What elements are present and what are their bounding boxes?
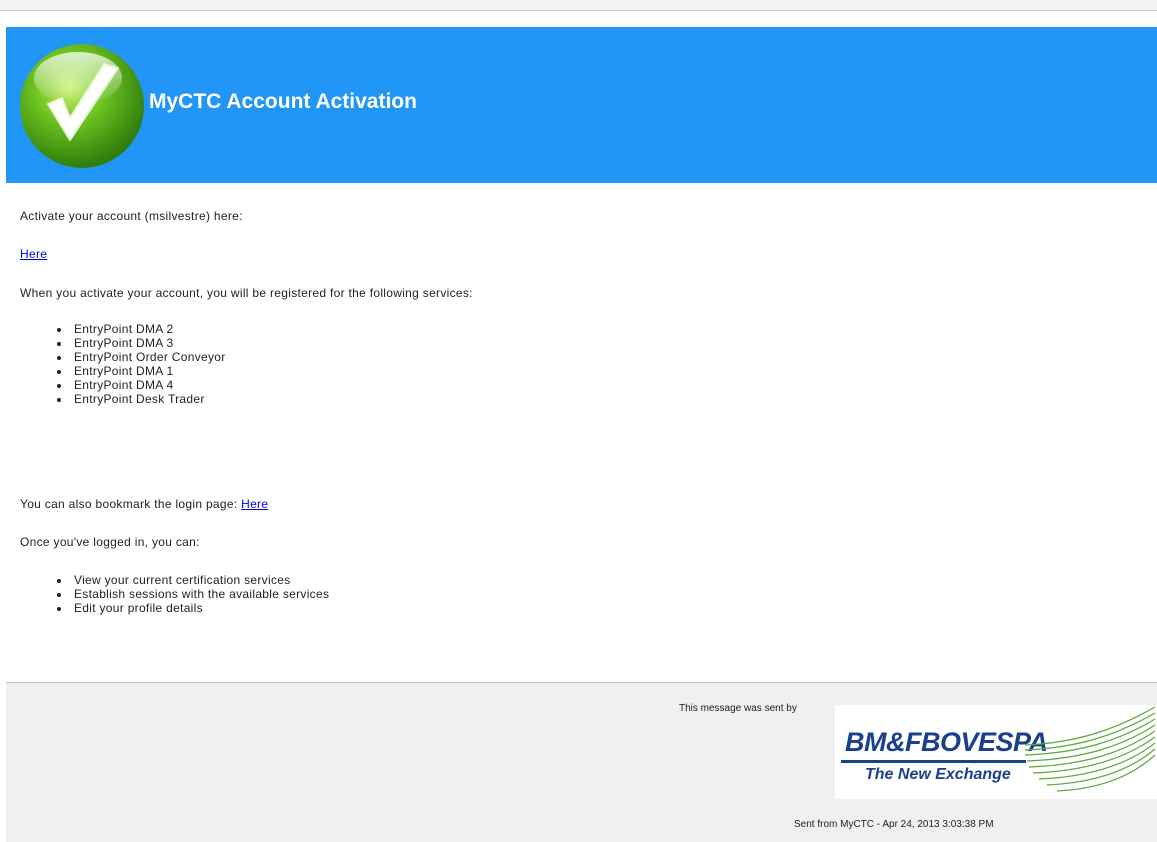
activate-account-text: Activate your account (msilvestre) here: [20,209,243,223]
capabilities-list: View your current certification services… [20,573,329,615]
services-list: EntryPoint DMA 2 EntryPoint DMA 3 EntryP… [20,322,226,406]
list-item: Establish sessions with the available se… [56,587,330,601]
bookmark-text: You can also bookmark the login page: [20,497,238,511]
bmfbovespa-logo: BM&FBOVESPA The New Exchange [835,705,1157,799]
list-item: EntryPoint Desk Trader [57,392,226,406]
list-item: EntryPoint DMA 3 [57,336,226,350]
logo-tagline: The New Exchange [865,766,1011,783]
bookmark-line: You can also bookmark the login page: He… [20,497,268,511]
list-item: EntryPoint DMA 1 [57,364,226,378]
email-header-banner: MyCTC Account Activation [6,27,1157,183]
window-top-strip [0,0,1157,11]
list-item: EntryPoint DMA 2 [57,322,226,336]
sent-from-timestamp: Sent from MyCTC - Apr 24, 2013 3:03:38 P… [794,819,994,830]
logo-swoosh-icon [1024,706,1156,792]
checkmark-icon [20,44,144,168]
bookmark-here-link[interactable]: Here [241,497,268,511]
list-item: View your current certification services [56,573,329,587]
sent-by-text: This message was sent by [679,703,797,714]
activate-here-link[interactable]: Here [20,247,47,261]
list-item: EntryPoint DMA 4 [57,378,226,392]
logged-in-intro-text: Once you've logged in, you can: [20,535,200,549]
services-intro-text: When you activate your account, you will… [20,286,473,300]
list-item: Edit your profile details [56,601,329,615]
logo-divider [841,760,1026,763]
list-item: EntryPoint Order Conveyor [57,350,226,364]
email-title: MyCTC Account Activation [149,90,417,113]
email-footer: This message was sent by BM&FBOVESPA The… [6,682,1157,842]
